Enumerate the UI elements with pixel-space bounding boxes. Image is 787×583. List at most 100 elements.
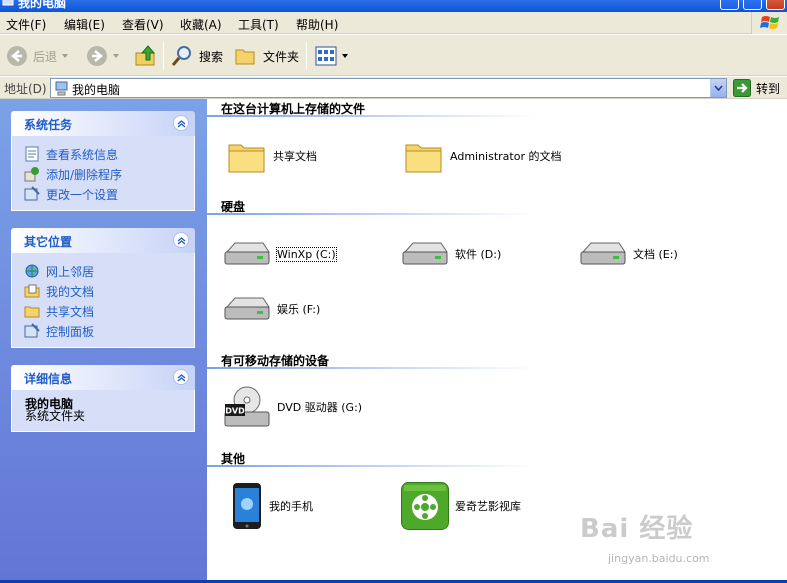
views-button[interactable] <box>315 41 348 71</box>
dvd-drive-icon: DVD <box>224 386 270 427</box>
item-admin-documents[interactable]: Administrator 的文档 <box>404 137 570 175</box>
place-my-documents[interactable]: 我的文档 <box>24 281 194 301</box>
watermark-site: jingyan.baidu.com <box>608 552 710 565</box>
go-button[interactable]: 转到 <box>733 79 780 97</box>
up-button[interactable] <box>134 41 158 71</box>
task-view-system-info[interactable]: 查看系统信息 <box>24 144 194 164</box>
item-drive-e[interactable]: 文档 (E:) <box>579 240 678 268</box>
hard-drive-icon <box>402 242 448 265</box>
back-button[interactable]: 后退 <box>6 41 69 71</box>
system-tasks-title: 系统任务 <box>24 118 73 132</box>
back-label: 后退 <box>33 49 58 64</box>
menu-help[interactable]: 帮助(H) <box>296 16 338 33</box>
group-divider <box>207 115 537 117</box>
search-icon <box>171 46 191 66</box>
item-my-phone[interactable]: 我的手机 <box>231 482 313 530</box>
network-places-icon <box>25 264 39 278</box>
details-panel: 详细信息 我的电脑 系统文件夹 <box>11 365 195 432</box>
hard-drive-icon <box>224 242 270 265</box>
menu-edit[interactable]: 编辑(E) <box>64 16 105 33</box>
windows-flag-icon <box>760 16 779 29</box>
windows-logo <box>751 12 787 34</box>
task-change-setting[interactable]: 更改一个设置 <box>24 184 194 204</box>
back-arrow-icon <box>7 46 27 66</box>
hard-drive-icon <box>580 242 626 265</box>
folders-label: 文件夹 <box>263 49 300 64</box>
menu-view[interactable]: 查看(V) <box>122 16 164 33</box>
go-label: 转到 <box>756 81 781 96</box>
group-divider <box>207 213 537 215</box>
forward-button[interactable] <box>86 41 119 71</box>
details-desc: 系统文件夹 <box>25 409 86 423</box>
details-header[interactable]: 详细信息 <box>11 365 195 390</box>
views-dropdown-icon <box>342 54 348 58</box>
menu-favorites[interactable]: 收藏(A) <box>180 16 222 33</box>
minimize-button[interactable] <box>720 0 739 10</box>
system-tasks-panel: 系统任务 查看系统信息 添加/删除程序 更改一个设置 <box>11 111 195 211</box>
other-places-header[interactable]: 其它位置 <box>11 228 195 253</box>
place-control-panel[interactable]: 控制面板 <box>24 321 194 341</box>
baidu-watermark: Bai 经验 jingyan.baidu.com <box>578 508 748 578</box>
folder-icon <box>235 49 255 65</box>
add-remove-programs-icon <box>24 167 39 182</box>
item-drive-c[interactable]: WinXp (C:) <box>223 240 337 268</box>
hard-drive-icon <box>224 297 270 320</box>
item-iqiyi-library[interactable]: 爱奇艺影视库 <box>401 482 521 530</box>
forward-dropdown-icon <box>113 54 119 58</box>
iqiyi-film-icon <box>401 482 449 530</box>
collapse-chevron-icon[interactable] <box>173 115 189 131</box>
watermark-brand: Bai 经验 <box>580 514 694 544</box>
menu-file[interactable]: 文件(F) <box>6 16 46 33</box>
my-computer-icon <box>2 0 14 6</box>
close-button[interactable] <box>766 0 785 10</box>
my-computer-icon <box>55 81 68 96</box>
folder-up-icon <box>135 45 156 66</box>
views-grid-icon <box>315 46 337 66</box>
toolbar: 后退 搜索 文件夹 <box>0 35 787 76</box>
forward-arrow-icon <box>87 46 107 66</box>
item-shared-documents[interactable]: 共享文档 <box>227 137 317 175</box>
address-input[interactable]: 我的电脑 <box>50 78 727 98</box>
window-title: 我的电脑 <box>18 0 67 10</box>
item-dvd-drive[interactable]: DVD DVD 驱动器 (G:) <box>223 384 362 430</box>
folder-icon <box>228 144 265 173</box>
shared-folder-icon <box>24 306 40 318</box>
control-panel-icon <box>24 323 40 338</box>
address-label: 地址(D) <box>4 82 47 96</box>
details-title: 详细信息 <box>24 372 73 386</box>
system-info-icon <box>25 146 39 162</box>
address-dropdown-button[interactable] <box>710 79 726 97</box>
group-divider <box>207 465 537 467</box>
task-add-remove-programs[interactable]: 添加/删除程序 <box>24 164 194 184</box>
toolbar-separator <box>306 42 307 70</box>
back-dropdown-icon <box>62 54 69 58</box>
collapse-chevron-icon[interactable] <box>173 232 189 248</box>
toolbar-separator <box>163 42 164 70</box>
group-divider <box>207 367 537 369</box>
menu-tools[interactable]: 工具(T) <box>238 16 279 33</box>
search-label: 搜索 <box>199 49 224 64</box>
other-places-title: 其它位置 <box>24 235 73 249</box>
control-panel-icon <box>24 186 40 201</box>
folders-button[interactable]: 文件夹 <box>234 41 299 71</box>
system-tasks-header[interactable]: 系统任务 <box>11 111 195 136</box>
my-documents-icon <box>24 284 40 298</box>
collapse-chevron-icon[interactable] <box>173 369 189 385</box>
chevron-down-icon <box>714 85 723 91</box>
go-arrow-icon <box>733 79 751 97</box>
search-button[interactable]: 搜索 <box>170 41 223 71</box>
item-drive-d[interactable]: 软件 (D:) <box>401 240 501 268</box>
folder-icon <box>405 144 442 173</box>
task-pane: 系统任务 查看系统信息 添加/删除程序 更改一个设置 其它位置 网上邻居 我的文… <box>0 99 207 580</box>
place-network[interactable]: 网上邻居 <box>24 261 194 281</box>
address-value: 我的电脑 <box>72 83 121 97</box>
other-places-panel: 其它位置 网上邻居 我的文档 共享文档 控制面板 <box>11 228 195 348</box>
title-bar: 我的电脑 <box>0 0 787 12</box>
phone-icon <box>233 483 261 529</box>
dvd-badge: DVD <box>225 407 245 416</box>
place-shared-documents[interactable]: 共享文档 <box>24 301 194 321</box>
maximize-button[interactable] <box>743 0 762 10</box>
menu-bar: 文件(F) 编辑(E) 查看(V) 收藏(A) 工具(T) 帮助(H) <box>0 12 787 34</box>
address-bar: 地址(D) 我的电脑 转到 <box>0 77 787 99</box>
item-drive-f[interactable]: 娱乐 (F:) <box>223 295 320 323</box>
